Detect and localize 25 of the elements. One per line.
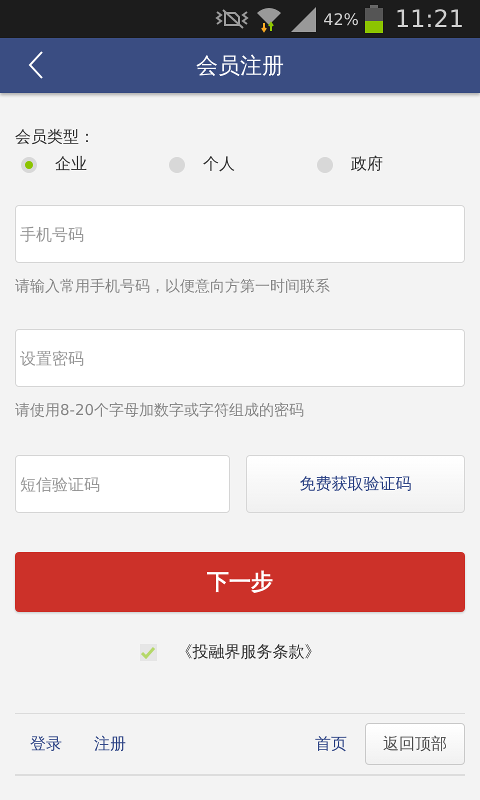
page-title: 会员注册 <box>196 52 284 80</box>
footer-link[interactable]: 登录 <box>30 734 62 754</box>
clock: 11:21 <box>394 5 464 33</box>
signal-icon <box>289 5 318 33</box>
wifi-icon <box>255 5 284 33</box>
back-to-top-button[interactable]: 返回顶部 <box>365 723 465 765</box>
home-link[interactable]: 首页 <box>315 734 347 754</box>
terms-checkbox[interactable] <box>140 644 156 661</box>
get-code-button[interactable]: 免费获取验证码 <box>246 455 465 513</box>
hint-text: 请输入常用手机号码，以便意向方第一时间联系 <box>15 277 331 296</box>
sms-code-field[interactable]: 短信验证码 <box>15 455 230 513</box>
radio-option[interactable]: 政府 <box>317 154 465 175</box>
muted-icon <box>215 8 250 30</box>
member-type-label: 会员类型： <box>15 127 96 148</box>
hint-text: 请使用8-20个字母加数字或字符组成的密码 <box>15 401 306 420</box>
phone-field[interactable]: 手机号码 <box>15 205 465 263</box>
back-icon[interactable] <box>28 51 44 79</box>
radio-option[interactable]: 企业 <box>21 154 169 175</box>
next-button[interactable]: 下一步 <box>15 552 465 612</box>
footer-link[interactable]: 注册 <box>94 734 126 754</box>
battery-percent: 42% <box>323 10 359 28</box>
battery-icon <box>364 5 383 33</box>
password-field[interactable]: 设置密码 <box>15 329 465 387</box>
radio-option[interactable]: 个人 <box>169 154 317 175</box>
terms-link[interactable]: 《投融界服务条款》 <box>176 642 320 663</box>
